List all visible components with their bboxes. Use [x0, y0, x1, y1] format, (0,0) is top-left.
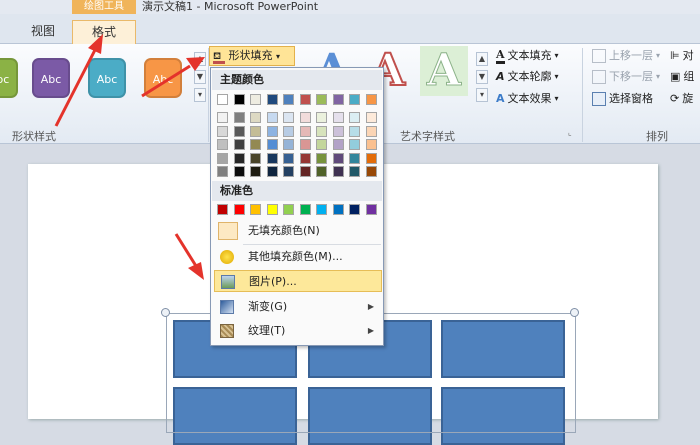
- annotation-arrow: [54, 34, 103, 127]
- annotation-arrow: [141, 57, 205, 98]
- annotation-arrow: [174, 233, 204, 280]
- annotation-arrows: [54, 34, 205, 280]
